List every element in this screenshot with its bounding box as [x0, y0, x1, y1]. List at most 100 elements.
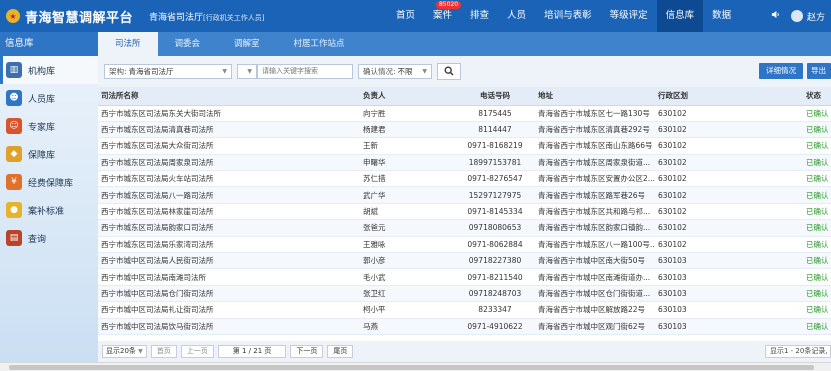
table-row[interactable]: 西宁市城中区司法局人民街司法所 郭小彦 09718227380 青海省西宁市城中区南大…	[98, 252, 831, 270]
table-row[interactable]: 西宁市城东区司法局八一路司法所 武广华 15297127975 青海省西宁市城东区路军…	[98, 186, 831, 204]
money-icon: ¥	[6, 174, 22, 190]
horizontal-scrollbar[interactable]	[0, 362, 831, 371]
cell-status: 已确认	[803, 252, 831, 270]
nav-data[interactable]: 数据	[703, 0, 740, 32]
coin-icon: ●	[6, 202, 22, 218]
nav-personnel[interactable]: 人员	[498, 0, 535, 32]
cell-name: 西宁市城东区司法局林家崖司法所	[98, 203, 360, 221]
table-row[interactable]: 西宁市城东区司法局清真巷司法所 杨建君 8114447 青海省西宁市城东区清真巷292…	[98, 121, 831, 139]
search-field-select[interactable]: ▼	[237, 63, 257, 79]
cell-region: 630103	[655, 318, 803, 335]
cell-name: 西宁市城东区司法局周家泉司法所	[98, 154, 360, 172]
cell-status: 已确认	[803, 137, 831, 155]
col-header-phone[interactable]: 电话号码	[455, 87, 535, 106]
sidebar-item-label: 查询	[28, 234, 47, 245]
nav-training[interactable]: 培训与表彰	[535, 0, 601, 32]
search-input[interactable]	[257, 63, 353, 79]
org-info: 青海省司法厅[行政机关工作人员]	[149, 10, 264, 23]
org-select[interactable]: 架构: 青海省司法厅 ▼	[104, 63, 232, 79]
user-name[interactable]: 赵方	[807, 10, 831, 23]
prev-page-button[interactable]: 上一页	[180, 344, 214, 358]
sidebar-item-subsidy[interactable]: ● 案补标准	[0, 196, 98, 224]
scrollbar-thumb[interactable]	[9, 365, 814, 370]
first-page-button[interactable]: 首页	[150, 344, 177, 358]
page-size-select[interactable]: 显示20条 ▼	[102, 344, 147, 358]
tab-mediation-room[interactable]: 调解室	[217, 32, 277, 56]
cell-name: 西宁市城东区司法局东关大街司法所	[98, 105, 360, 122]
table-row[interactable]: 西宁市城中区司法局仓门街司法所 张卫红 09718248703 青海省西宁市城中区仓门…	[98, 285, 831, 303]
nav-cases-label: 案件	[433, 10, 453, 21]
tab-bar: 司法所 调委会 调解室 村居工作站点	[98, 32, 831, 56]
people-icon: ☻	[6, 90, 22, 106]
table-row[interactable]: 西宁市城中区司法局南滩司法所 毛小武 0971-8211540 青海省西宁市城中区南滩…	[98, 268, 831, 286]
export-button[interactable]: 导出	[807, 63, 831, 79]
cell-address: 青海省西宁市城东区共和路与祁...	[535, 203, 655, 221]
table-row[interactable]: 西宁市城中区司法局饮马街司法所 马燕 0971-4910622 青海省西宁市城中区观门…	[98, 318, 831, 335]
last-page-button[interactable]: 尾页	[327, 344, 354, 358]
table-row[interactable]: 西宁市城东区司法局林家崖司法所 胡斌 0971-8145334 青海省西宁市城东区共和…	[98, 203, 831, 221]
col-header-leader[interactable]: 负责人	[360, 87, 455, 106]
chevron-down-icon: ▼	[247, 67, 252, 75]
cell-address: 青海省西宁市城中区观门街62号	[535, 318, 655, 335]
cell-status: 已确认	[803, 105, 831, 122]
cell-phone: 09718248703	[455, 285, 535, 303]
table-row[interactable]: 西宁市城东区司法局韵家口司法所 张爸元 09718080653 青海省西宁市城东区韵家…	[98, 219, 831, 237]
col-header-name[interactable]: 司法所名称	[98, 87, 360, 106]
table-row[interactable]: 西宁市城东区司法局火车站司法所 苏仁措 0971-8276547 青海省西宁市城东区安…	[98, 170, 831, 188]
cell-address: 青海省西宁市城东区安置办公区2...	[535, 170, 655, 188]
search-button[interactable]	[437, 62, 461, 80]
cell-name: 西宁市城东区司法局大众街司法所	[98, 137, 360, 155]
next-page-button[interactable]: 下一页	[290, 344, 324, 358]
col-header-address[interactable]: 地址	[535, 87, 655, 106]
nav-investigation[interactable]: 排查	[461, 0, 498, 32]
cell-region: 630103	[655, 301, 803, 319]
sidebar-item-experts[interactable]: ☺ 专家库	[0, 112, 98, 140]
nav-rating[interactable]: 等级评定	[601, 0, 657, 32]
table-row[interactable]: 西宁市城东区司法局大众街司法所 王新 0971-8168219 青海省西宁市城东区南山…	[98, 137, 831, 155]
main-nav: 首页 案件 85020 排查 人员 培训与表彰 等级评定 信息库 数据	[387, 0, 740, 32]
tab-village-station[interactable]: 村居工作站点	[277, 32, 362, 56]
col-header-status[interactable]: 状态	[803, 87, 831, 106]
table-row[interactable]: 西宁市城东区司法局乐家湾司法所 王雅咏 0971-8062884 青海省西宁市城东区八…	[98, 236, 831, 254]
sidebar-item-query[interactable]: ▤ 查询	[0, 224, 98, 252]
chevron-down-icon: ▼	[222, 67, 227, 75]
cell-phone: 15297127975	[455, 186, 535, 204]
speaker-icon[interactable]	[763, 10, 787, 22]
detail-button[interactable]: 详细情况	[759, 63, 803, 79]
nav-cases[interactable]: 案件 85020	[424, 0, 462, 32]
avatar[interactable]	[791, 10, 803, 22]
confirm-status-select[interactable]: 确认情况: 不限 ▼	[358, 63, 432, 79]
cell-leader: 毛小武	[360, 268, 455, 286]
tab-justice-office[interactable]: 司法所	[98, 32, 158, 56]
cell-name: 西宁市城中区司法局饮马街司法所	[98, 318, 360, 335]
cell-address: 青海省西宁市城中区南大街50号	[535, 252, 655, 270]
cell-address: 青海省西宁市城东区路军巷26号	[535, 186, 655, 204]
sidebar-item-institutions[interactable]: ▥ 机构库	[0, 56, 98, 84]
cell-name: 西宁市城中区司法局仓门街司法所	[98, 285, 360, 303]
cell-region: 630102	[655, 137, 803, 155]
data-table: 司法所名称 负责人 电话号码 地址 行政区划 状态 西宁市城东区司法局东关大街司…	[98, 87, 831, 335]
cell-status: 已确认	[803, 219, 831, 237]
sidebar-item-label: 保障库	[28, 150, 56, 161]
nav-home[interactable]: 首页	[387, 0, 424, 32]
cell-status: 已确认	[803, 268, 831, 286]
tab-mediation-committee[interactable]: 调委会	[158, 32, 218, 56]
cell-leader: 申曙华	[360, 154, 455, 172]
table-row[interactable]: 西宁市城中区司法局礼让街司法所 柯小平 8233347 青海省西宁市城中区解放路22号…	[98, 301, 831, 319]
sidebar-item-funding[interactable]: ¥ 经费保障库	[0, 168, 98, 196]
nav-info-library[interactable]: 信息库	[656, 0, 704, 32]
sidebar-item-guarantee[interactable]: ◆ 保障库	[0, 140, 98, 168]
sidebar-item-personnel[interactable]: ☻ 人员库	[0, 84, 98, 112]
table-row[interactable]: 西宁市城东区司法局周家泉司法所 申曙华 18997153781 青海省西宁市城东区周家…	[98, 154, 831, 172]
cell-address: 青海省西宁市城东区清真巷292号	[535, 121, 655, 139]
cell-address: 青海省西宁市城东区周家泉街道...	[535, 154, 655, 172]
chevron-down-icon: ▼	[138, 347, 143, 355]
cell-leader: 马燕	[360, 318, 455, 335]
col-header-region[interactable]: 行政区划	[655, 87, 803, 106]
org-type: [行政机关工作人员]	[203, 13, 265, 22]
cell-leader: 张爸元	[360, 219, 455, 237]
org-name: 青海省司法厅	[149, 12, 204, 23]
cell-address: 青海省西宁市城中区解放路22号	[535, 301, 655, 319]
case-count-badge: 85020	[435, 1, 462, 9]
table-row[interactable]: 西宁市城东区司法局东关大街司法所 向宁胜 8175445 青海省西宁市城东区七一路13…	[98, 105, 831, 122]
